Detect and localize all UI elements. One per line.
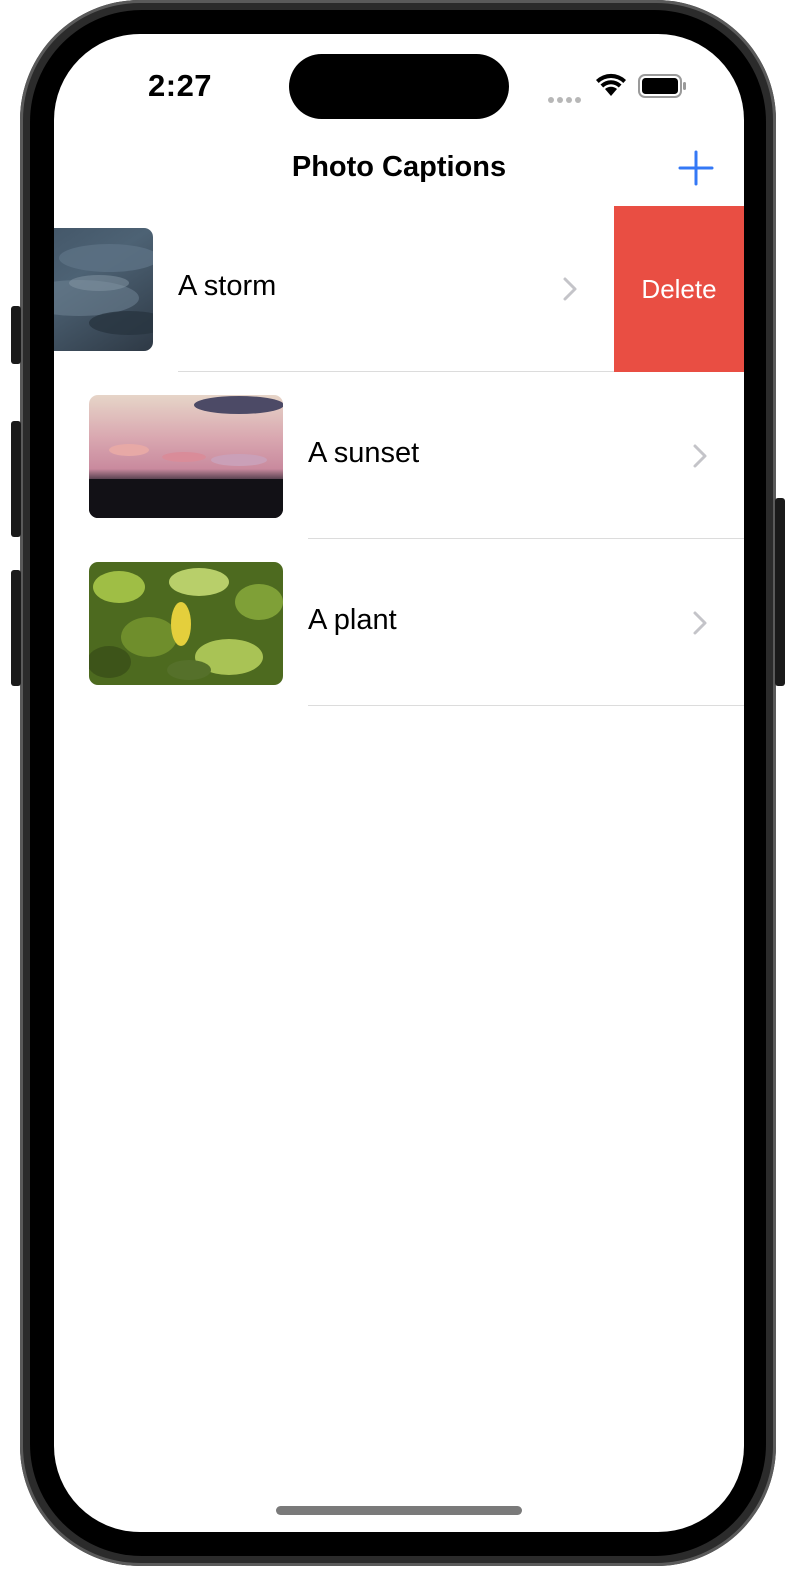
- row-thumbnail: [89, 562, 283, 685]
- volume-down-button: [11, 570, 21, 686]
- row-caption: A storm: [178, 270, 277, 302]
- screen: 2:27 Photo Captions A storm Delete A sun…: [54, 34, 744, 1532]
- battery-icon: [638, 74, 686, 98]
- cellular-signal-icon: [548, 90, 584, 103]
- volume-up-button: [11, 421, 21, 537]
- home-indicator[interactable]: [276, 1506, 522, 1515]
- list-item[interactable]: A plant: [54, 540, 744, 706]
- status-time: 2:27: [148, 68, 213, 103]
- row-thumbnail: [89, 395, 283, 518]
- sunset-photo: [89, 395, 283, 518]
- row-divider: [308, 538, 744, 539]
- plant-photo: [89, 562, 283, 685]
- list-item[interactable]: A storm: [54, 206, 744, 372]
- list-item[interactable]: A sunset: [54, 373, 744, 539]
- chevron-right-icon: [693, 444, 707, 468]
- dynamic-island: [289, 54, 509, 119]
- power-button: [775, 498, 785, 686]
- plus-icon: [678, 150, 714, 186]
- delete-button[interactable]: Delete: [614, 206, 744, 372]
- action-button: [11, 306, 21, 364]
- iphone-device: 2:27 Photo Captions A storm Delete A sun…: [0, 0, 804, 1584]
- add-photo-button[interactable]: [674, 146, 718, 190]
- row-thumbnail: [54, 228, 153, 351]
- row-caption: A plant: [308, 604, 397, 636]
- chevron-right-icon: [693, 611, 707, 635]
- row-divider: [308, 705, 744, 706]
- storm-photo: [54, 228, 153, 351]
- chevron-right-icon: [563, 277, 577, 301]
- row-caption: A sunset: [308, 437, 420, 469]
- wifi-icon: [596, 73, 626, 96]
- page-title: Photo Captions: [291, 151, 507, 183]
